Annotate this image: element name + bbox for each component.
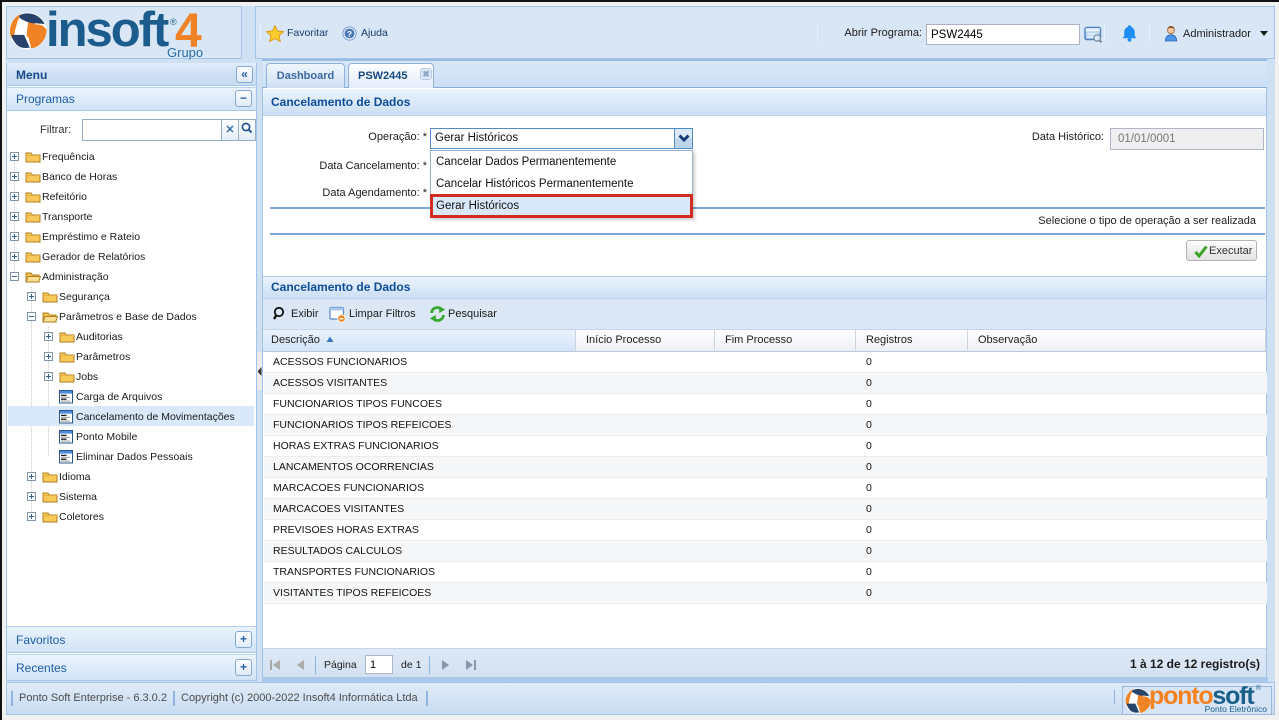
- svg-text:?: ?: [347, 29, 352, 39]
